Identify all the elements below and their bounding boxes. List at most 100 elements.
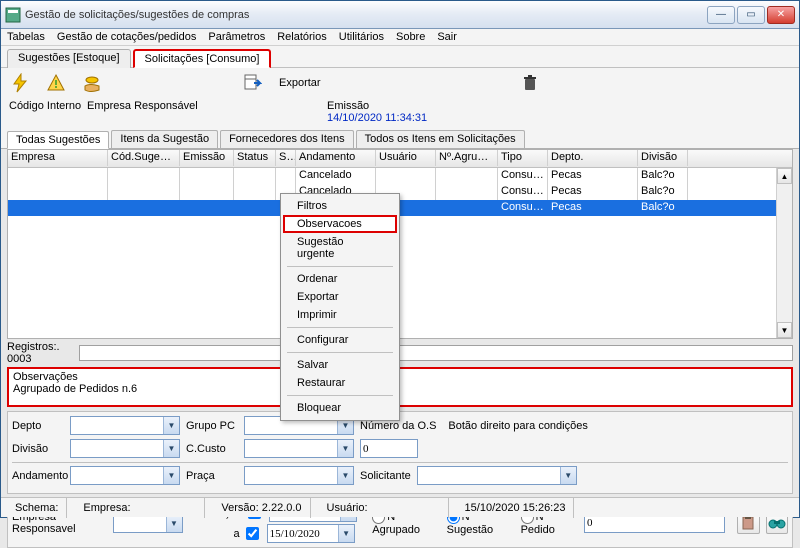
codigo-interno-label: Código Interno (9, 100, 87, 124)
registros-row: Registros:. 0003 (7, 341, 793, 365)
chevron-down-icon[interactable]: ▼ (163, 417, 179, 434)
maximize-button[interactable]: ▭ (737, 6, 765, 24)
gtab-fornecedores[interactable]: Fornecedores dos Itens (220, 130, 354, 148)
menu-parametros[interactable]: Parâmetros (208, 31, 265, 43)
andamento-combo[interactable]: ▼ (70, 466, 180, 485)
info-bar: Código Interno Empresa Responsável Emiss… (1, 98, 799, 130)
ctx-separator (287, 352, 393, 353)
observacoes-title: Observações (13, 371, 787, 383)
chevron-down-icon[interactable]: ▼ (337, 440, 353, 457)
col-divisao[interactable]: Divisão (638, 150, 688, 166)
title-bar: Gestão de solicitações/sugestões de comp… (1, 1, 799, 29)
sub-tab-strip: Sugestões [Estoque] Solicitações [Consum… (1, 46, 799, 68)
ctx-imprimir[interactable]: Imprimir (283, 306, 397, 324)
emissao-label: Emissão (327, 100, 427, 112)
ctx-separator (287, 327, 393, 328)
col-status[interactable]: Status (234, 150, 276, 166)
status-empresa: Empresa: (75, 498, 205, 518)
minimize-button[interactable]: — (707, 6, 735, 24)
ctx-filtros[interactable]: Filtros (283, 197, 397, 215)
numero-os-label: Número da O.S (360, 420, 436, 432)
praca-combo[interactable]: ▼ (244, 466, 354, 485)
registros-value: 0003 (7, 353, 31, 365)
col-tipo[interactable]: Tipo (498, 150, 548, 166)
ctx-separator (287, 395, 393, 396)
export-icon[interactable] (241, 72, 263, 94)
praca-label: Praça (186, 470, 238, 482)
chevron-down-icon[interactable]: ▼ (163, 440, 179, 457)
ctx-exportar[interactable]: Exportar (283, 288, 397, 306)
close-button[interactable]: ✕ (767, 6, 795, 24)
registros-label: Registros:. (7, 341, 60, 353)
solicitante-label: Solicitante (360, 470, 411, 482)
col-empresa[interactable]: Empresa (8, 150, 108, 166)
export-label[interactable]: Exportar (279, 77, 321, 89)
menu-bar: Tabelas Gestão de cotações/pedidos Parâm… (1, 29, 799, 46)
menu-tabelas[interactable]: Tabelas (7, 31, 45, 43)
divisao-combo[interactable]: ▼ (70, 439, 180, 458)
ctx-configurar[interactable]: Configurar (283, 331, 397, 349)
registros-field[interactable] (79, 345, 793, 361)
depto-combo[interactable]: ▼ (70, 416, 180, 435)
observacoes-panel: Observações Agrupado de Pedidos n.6 (7, 367, 793, 407)
ccusto-combo[interactable]: ▼ (244, 439, 354, 458)
filters-panel: Depto ▼ Grupo PC ▼ Número da O.S Botão d… (7, 411, 793, 494)
ctx-restaurar[interactable]: Restaurar (283, 374, 397, 392)
ctx-bloquear[interactable]: Bloquear (283, 399, 397, 417)
chevron-down-icon[interactable]: ▼ (338, 525, 354, 542)
grupo-pc-label: Grupo PC (186, 420, 238, 432)
ctx-sugestao-urgente[interactable]: Sugestão urgente (283, 233, 397, 263)
menu-utilitarios[interactable]: Utilitários (339, 31, 384, 43)
ctx-separator (287, 266, 393, 267)
ctx-ordenar[interactable]: Ordenar (283, 270, 397, 288)
menu-sair[interactable]: Sair (437, 31, 457, 43)
tab-sugestoes-estoque[interactable]: Sugestões [Estoque] (7, 49, 131, 68)
empresa-responsavel-label: Empresa Responsável (87, 100, 327, 124)
data-grid[interactable]: Empresa Cód.Sugestão Emissão Status SC A… (7, 149, 793, 339)
trash-icon[interactable] (519, 72, 541, 94)
menu-sobre[interactable]: Sobre (396, 31, 425, 43)
chevron-down-icon[interactable]: ▼ (163, 467, 179, 484)
col-depto[interactable]: Depto. (548, 150, 638, 166)
tab-solicitacoes-consumo[interactable]: Solicitações [Consumo] (133, 49, 272, 68)
geracao-to-check[interactable] (246, 527, 259, 540)
geracao-to-date[interactable]: ▼ (267, 524, 355, 543)
solicitante-combo[interactable]: ▼ (417, 466, 577, 485)
menu-relatorios[interactable]: Relatórios (277, 31, 327, 43)
warn-icon[interactable] (45, 72, 67, 94)
grid-tab-strip: Todas Sugestões Itens da Sugestão Fornec… (1, 130, 799, 149)
status-schema: Schema: (7, 498, 67, 518)
gtab-todos-itens[interactable]: Todos os Itens em Solicitações (356, 130, 525, 148)
ccusto-label: C.Custo (186, 443, 238, 455)
divisao-label: Divisão (12, 443, 64, 455)
col-n-agrupada[interactable]: Nº.Agrupada (436, 150, 498, 166)
ctx-salvar[interactable]: Salvar (283, 356, 397, 374)
col-sc[interactable]: SC (276, 150, 296, 166)
ctx-observacoes[interactable]: Observacoes (283, 215, 397, 233)
depto-label: Depto (12, 420, 64, 432)
scroll-up-icon[interactable]: ▲ (777, 168, 792, 184)
rclick-hint: Botão direito para condições (448, 420, 587, 432)
chevron-down-icon[interactable]: ▼ (560, 467, 576, 484)
col-usuario[interactable]: Usuário (376, 150, 436, 166)
col-andamento[interactable]: Andamento (296, 150, 376, 166)
numero-os-input[interactable] (360, 439, 418, 458)
scroll-down-icon[interactable]: ▼ (777, 322, 792, 338)
col-cod-sugestao[interactable]: Cód.Sugestão (108, 150, 180, 166)
grid-scrollbar[interactable]: ▲ ▼ (776, 168, 792, 338)
table-row[interactable]: Com Pedido ConsumoPecasBalc?o (8, 200, 792, 216)
col-emissao[interactable]: Emissão (180, 150, 234, 166)
menu-gestao[interactable]: Gestão de cotações/pedidos (57, 31, 196, 43)
table-row[interactable]: Cancelado ConsumoPecasBalc?o (8, 168, 792, 184)
gtab-todas-sugestoes[interactable]: Todas Sugestões (7, 131, 109, 149)
table-row[interactable]: Cancelado ConsumoPecasBalc?o (8, 184, 792, 200)
hand-coin-icon[interactable] (81, 72, 103, 94)
status-versao: Versão: 2.22.0.0 (213, 498, 310, 518)
app-icon (5, 7, 21, 23)
flash-icon[interactable] (9, 72, 31, 94)
status-usuario: Usuário: (319, 498, 449, 518)
a-label: a (200, 528, 240, 540)
gtab-itens-sugestao[interactable]: Itens da Sugestão (111, 130, 218, 148)
observacoes-text: Agrupado de Pedidos n.6 (13, 383, 787, 395)
chevron-down-icon[interactable]: ▼ (337, 467, 353, 484)
